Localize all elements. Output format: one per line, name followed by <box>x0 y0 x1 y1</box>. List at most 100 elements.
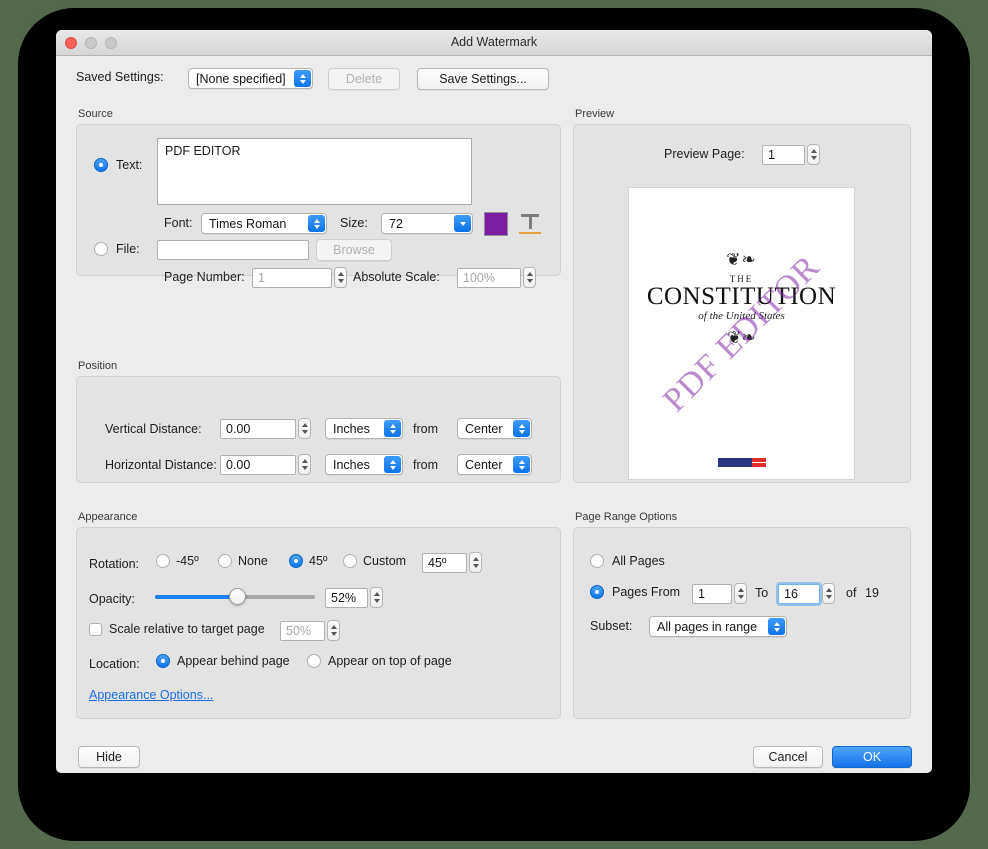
location-behind-label: Appear behind page <box>177 654 290 668</box>
pages-to-value[interactable]: 16 <box>778 583 820 604</box>
stepper-arrows-icon[interactable] <box>370 587 383 608</box>
radio-pages-from[interactable] <box>590 585 604 599</box>
ok-button[interactable]: OK <box>832 746 912 768</box>
color-swatch-button[interactable] <box>484 212 508 236</box>
opacity-stepper[interactable]: 52% <box>325 587 383 608</box>
chevron-updown-icon <box>768 618 785 635</box>
hide-button[interactable]: Hide <box>78 746 140 768</box>
checkbox-scale-relative[interactable] <box>89 622 102 636</box>
add-watermark-dialog: Add Watermark Saved Settings: [None spec… <box>56 30 932 773</box>
page-range-caption: Page Range Options <box>575 511 678 523</box>
size-dropdown[interactable]: 72 <box>381 213 473 234</box>
pages-to-stepper[interactable]: 16 <box>778 583 835 604</box>
chevron-updown-icon <box>308 215 325 232</box>
scale-relative-value[interactable]: 50% <box>280 620 325 641</box>
stepper-arrows-icon[interactable] <box>298 418 311 439</box>
stepper-arrows-icon[interactable] <box>807 144 820 165</box>
opacity-value[interactable]: 52% <box>325 587 368 608</box>
vertical-unit-dropdown[interactable]: Inches <box>325 418 403 439</box>
rotation-option-none[interactable]: None <box>218 554 268 568</box>
preview-document: ❦❧ THE CONSTITUTION of the United States… <box>629 188 854 479</box>
radio-text[interactable] <box>94 158 108 172</box>
scale-relative-stepper[interactable]: 50% <box>280 620 340 641</box>
all-pages-option[interactable]: All Pages <box>590 554 665 568</box>
scale-relative-label: Scale relative to target page <box>109 622 265 636</box>
page-number-label: Page Number: <box>164 270 245 284</box>
absolute-scale-value[interactable]: 100% <box>457 267 521 288</box>
opacity-label: Opacity: <box>89 592 135 606</box>
save-settings-button[interactable]: Save Settings... <box>417 68 549 90</box>
watermark-text-input[interactable]: PDF EDITOR <box>157 138 472 205</box>
stepper-arrows-icon[interactable] <box>822 583 835 604</box>
text-radio-row[interactable]: Text: <box>94 158 142 172</box>
radio-location-ontop[interactable] <box>307 654 321 668</box>
pages-from-option[interactable]: Pages From <box>590 585 680 599</box>
absolute-scale-stepper[interactable]: 100% <box>457 267 536 288</box>
radio-location-behind[interactable] <box>156 654 170 668</box>
vertical-origin-dropdown[interactable]: Center <box>457 418 532 439</box>
stepper-arrows-icon[interactable] <box>523 267 536 288</box>
slider-thumb[interactable] <box>229 588 247 605</box>
vertical-distance-label: Vertical Distance: <box>105 422 202 436</box>
flag-emblem-icon <box>717 458 766 467</box>
font-dropdown[interactable]: Times Roman <box>201 213 327 234</box>
to-label: To <box>755 586 769 600</box>
opacity-slider[interactable] <box>155 588 315 606</box>
scale-relative-checkbox-row[interactable]: Scale relative to target page <box>89 622 265 636</box>
appearance-caption: Appearance <box>78 511 138 523</box>
horizontal-origin-dropdown[interactable]: Center <box>457 454 532 475</box>
rotation-option-45[interactable]: 45º <box>289 554 327 568</box>
radio-rotation-neg45[interactable] <box>156 554 170 568</box>
rotation-45-label: 45º <box>309 554 328 568</box>
radio-rotation-custom[interactable] <box>343 554 357 568</box>
stepper-arrows-icon[interactable] <box>334 267 347 288</box>
horizontal-unit-dropdown[interactable]: Inches <box>325 454 403 475</box>
radio-rotation-45[interactable] <box>289 554 303 568</box>
location-option-ontop[interactable]: Appear on top of page <box>307 654 452 668</box>
preview-page-label: Preview Page: <box>664 147 745 161</box>
location-label: Location: <box>89 657 140 671</box>
preview-caption: Preview <box>575 108 615 120</box>
vertical-distance-stepper[interactable]: 0.00 <box>220 418 311 439</box>
radio-rotation-none[interactable] <box>218 554 232 568</box>
position-group: Position Vertical Distance: 0.00 Inches … <box>76 360 561 483</box>
stepper-arrows-icon[interactable] <box>327 620 340 641</box>
rotation-option-custom[interactable]: Custom <box>343 554 406 568</box>
rotation-custom-stepper[interactable]: 45º <box>422 552 482 573</box>
text-style-icon[interactable] <box>519 212 541 236</box>
vertical-distance-value[interactable]: 0.00 <box>220 418 296 439</box>
rotation-custom-value[interactable]: 45º <box>422 552 467 573</box>
radio-all-pages[interactable] <box>590 554 604 568</box>
window-titlebar[interactable]: Add Watermark <box>56 30 932 56</box>
preview-page-stepper[interactable]: 1 <box>762 144 820 165</box>
horizontal-distance-value[interactable]: 0.00 <box>220 454 296 475</box>
page-number-stepper[interactable]: 1 <box>252 267 347 288</box>
browse-button[interactable]: Browse <box>316 239 392 261</box>
appearance-options-link[interactable]: Appearance Options... <box>89 688 213 702</box>
delete-button[interactable]: Delete <box>328 68 400 90</box>
appearance-box: Rotation: -45º None 45º Custom 45º Opaci… <box>76 527 561 719</box>
subset-dropdown[interactable]: All pages in range <box>649 616 787 637</box>
horizontal-distance-stepper[interactable]: 0.00 <box>220 454 311 475</box>
preview-page-thumbnail[interactable]: ❦❧ THE CONSTITUTION of the United States… <box>628 187 855 480</box>
radio-file[interactable] <box>94 242 108 256</box>
subset-value: All pages in range <box>657 619 758 634</box>
page-number-value[interactable]: 1 <box>252 267 332 288</box>
stepper-arrows-icon[interactable] <box>469 552 482 573</box>
cancel-button[interactable]: Cancel <box>753 746 823 768</box>
position-caption: Position <box>78 360 118 372</box>
stepper-arrows-icon[interactable] <box>298 454 311 475</box>
file-radio-row[interactable]: File: <box>94 242 140 256</box>
stepper-arrows-icon[interactable] <box>734 583 747 604</box>
all-pages-label: All Pages <box>612 554 665 568</box>
absolute-scale-label: Absolute Scale: <box>353 270 440 284</box>
rotation-option-neg45[interactable]: -45º <box>156 554 199 568</box>
preview-page-value[interactable]: 1 <box>762 144 805 165</box>
saved-settings-bar: Saved Settings: [None specified] Delete … <box>56 56 932 100</box>
file-path-input[interactable] <box>157 240 309 260</box>
pages-from-stepper[interactable]: 1 <box>692 583 747 604</box>
text-radio-label: Text: <box>116 158 143 172</box>
location-option-behind[interactable]: Appear behind page <box>156 654 290 668</box>
saved-settings-dropdown[interactable]: [None specified] <box>188 68 313 89</box>
pages-from-value[interactable]: 1 <box>692 583 732 604</box>
